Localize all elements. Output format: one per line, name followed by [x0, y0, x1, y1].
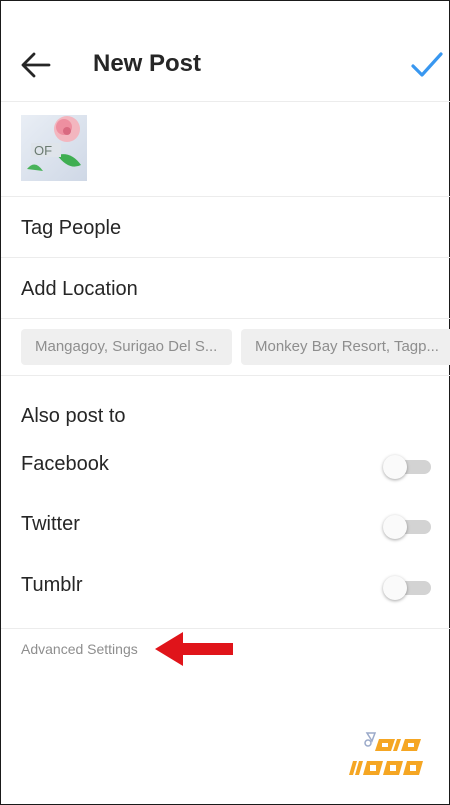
post-preview-row: OF	[1, 101, 450, 196]
top-bar: New Post	[1, 1, 450, 101]
tag-people-row[interactable]: Tag People	[1, 197, 450, 257]
facebook-toggle[interactable]	[383, 455, 431, 479]
location-chip[interactable]: Monkey Bay Resort, Tagp...	[241, 329, 450, 365]
toggle-knob	[383, 515, 407, 539]
svg-text:OF: OF	[34, 143, 52, 158]
facebook-label: Facebook	[21, 453, 109, 475]
tumblr-label: Tumblr	[21, 574, 83, 596]
toggle-knob	[383, 455, 407, 479]
add-location-label: Add Location	[21, 278, 138, 300]
tumblr-toggle[interactable]	[383, 576, 431, 600]
twitter-label: Twitter	[21, 513, 80, 535]
watermark-logo	[349, 732, 423, 775]
location-chip[interactable]: Mangagoy, Surigao Del S...	[21, 329, 232, 365]
also-post-to-heading: Also post to	[21, 405, 126, 427]
toggle-knob	[383, 576, 407, 600]
share-row-twitter: Twitter	[1, 497, 450, 557]
caption-input[interactable]	[101, 115, 431, 181]
red-arrow-annotation-icon	[155, 632, 233, 666]
rose-photo-image: OF	[21, 115, 87, 181]
back-button[interactable]	[15, 47, 55, 83]
twitter-toggle[interactable]	[383, 515, 431, 539]
advanced-settings-link[interactable]: Advanced Settings	[21, 641, 138, 657]
arrow-left-icon	[21, 52, 51, 78]
phone-frame: New Post OF Tag People Add Location Mang…	[0, 0, 450, 805]
tag-people-label: Tag People	[21, 217, 122, 239]
share-row-facebook: Facebook	[1, 437, 450, 497]
share-confirm-button[interactable]	[405, 45, 445, 85]
location-suggestions: Mangagoy, Surigao Del S... Monkey Bay Re…	[1, 319, 450, 375]
divider	[1, 375, 450, 376]
share-row-tumblr: Tumblr	[1, 558, 450, 618]
page-title: New Post	[93, 50, 202, 77]
add-location-row[interactable]: Add Location	[1, 258, 450, 318]
post-thumbnail[interactable]: OF	[21, 115, 87, 181]
checkmark-icon	[411, 52, 443, 77]
